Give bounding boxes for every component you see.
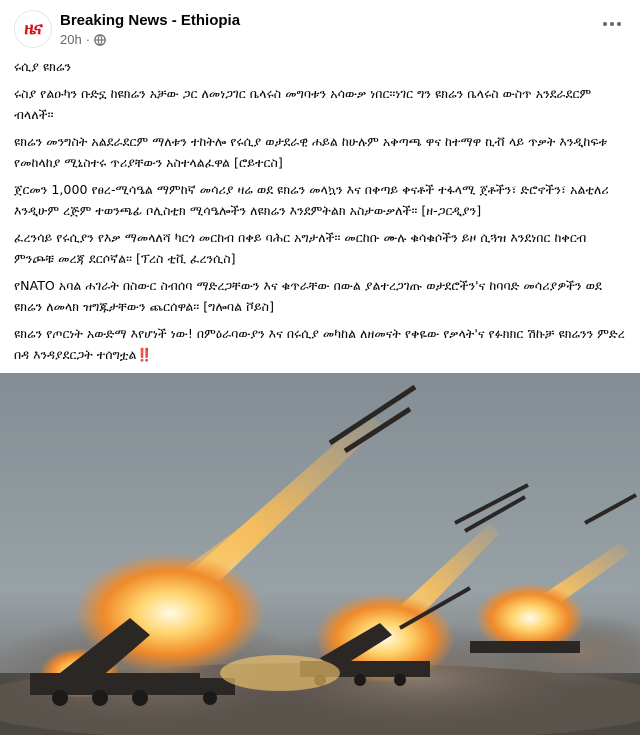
post-paragraph: ጀርመን 1,000 የፀረ-ሚሳዔል ማምከኛ መሳሪያ ዛሬ ወደ ዩክሬን… (14, 182, 609, 218)
post-timestamp[interactable]: 20h (60, 32, 82, 47)
double-exclamation-emoji: ‼️ (136, 347, 153, 362)
post-text: ሩሲያ ዩክሬን ሩስያ የልዑካን ቡድኗ ከዩክሬን አቻው ጋር ለመነጋ… (14, 56, 626, 371)
post-paragraph: ሩስያ የልዑካን ቡድኗ ከዩክሬን አቻው ጋር ለመነጋገር ቤላሩስ መ… (14, 86, 592, 122)
post-paragraph-last: ዩክሬን የጦርነት አውድማ እየሆነች ነው! በምዕራባውያን እና በሩ… (14, 323, 626, 365)
meta-separator: · (85, 32, 91, 47)
globe-icon[interactable] (94, 33, 106, 46)
post-paragraph: ዩክሬን መንግስት አልደራደርም ማለቱን ተከትሎ የሩሲያ ወታደራዊ … (14, 134, 608, 170)
page-avatar[interactable]: ዜና (14, 10, 52, 48)
post-meta: 20h · (60, 32, 106, 47)
post-paragraph: ሩሲያ ዩክሬን (14, 59, 72, 74)
rocket-launch-image (0, 373, 640, 735)
post-photo[interactable] (0, 373, 640, 735)
avatar-logo-text: ዜና (24, 19, 42, 39)
post-paragraph: የNATO አባል ሐገራት በስውር ስብሰባ ማድረጋቸውን እና ቁጥራቸ… (14, 278, 602, 314)
more-options-icon[interactable] (598, 14, 626, 34)
post-paragraph: ፈረንሳይ የሩሲያን የእቃ ማመላለሻ ካርጎ መርከብ በቀይ ባሕር አ… (14, 230, 587, 266)
post-header: ዜና Breaking News - Ethiopia 20h · (0, 0, 640, 54)
page-name-link[interactable]: Breaking News - Ethiopia (60, 12, 240, 29)
post-paragraph-text: ዩክሬን የጦርነት አውድማ እየሆነች ነው! በምዕራባውያን እና በሩ… (14, 326, 625, 362)
